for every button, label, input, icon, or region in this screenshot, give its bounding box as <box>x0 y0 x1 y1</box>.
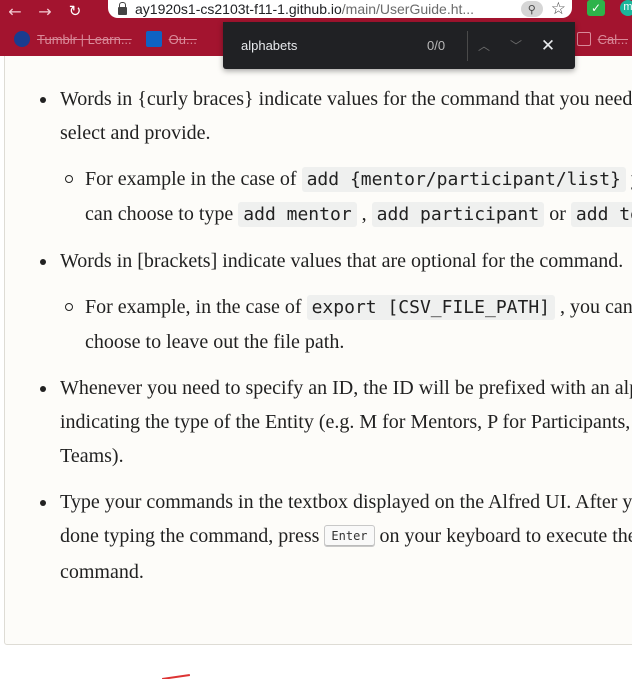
bookmark-star-icon[interactable]: ☆ <box>551 0 566 19</box>
next-heading-fragment <box>132 666 212 679</box>
list-item: Whenever you need to specify an ID, the … <box>36 371 632 473</box>
forward-icon[interactable]: → <box>30 2 60 21</box>
find-in-page-icon[interactable]: ⚲ <box>520 1 543 17</box>
find-bar: 0/0 ︿ ﹀ ✕ <box>223 22 575 69</box>
find-input[interactable] <box>239 37 413 54</box>
list-item: Words in {curly braces} indicate values … <box>36 82 632 232</box>
bookmark-item[interactable]: Cal... <box>576 32 628 47</box>
list-item: Type your commands in the textbox displa… <box>36 485 632 589</box>
list-subitem: For example, in the case of export [CSV_… <box>60 290 632 359</box>
list-subitem: For example in the case of add {mentor/p… <box>60 162 632 232</box>
list-item: Words in [brackets] indicate values that… <box>36 244 632 359</box>
enter-key: Enter <box>324 525 375 547</box>
lock-icon <box>118 2 127 15</box>
reload-icon[interactable]: ↻ <box>60 2 90 20</box>
extension-check-icon[interactable]: ✓ <box>587 0 605 16</box>
url-host: ay1920s1-cs2103t-f11-1.github.io <box>135 1 342 17</box>
browser-toolbar: ← → ↻ ay1920s1-cs2103t-f11-1.github.io /… <box>0 0 632 22</box>
back-icon[interactable]: ← <box>0 2 30 21</box>
close-icon[interactable]: ✕ <box>532 36 564 56</box>
bookmark-item[interactable]: Tumblr | Learn... <box>14 31 132 47</box>
address-bar[interactable]: ay1920s1-cs2103t-f11-1.github.io /main/U… <box>108 0 572 19</box>
find-previous-icon[interactable]: ︿ <box>468 37 500 54</box>
user-guide-list: Words in {curly braces} indicate values … <box>36 82 632 601</box>
profile-avatar[interactable]: m <box>620 0 632 16</box>
page-content: Words in {curly braces} indicate values … <box>0 56 632 679</box>
find-next-icon[interactable]: ﹀ <box>500 37 532 54</box>
code-snippet: add participant <box>371 202 545 227</box>
bookmark-item[interactable]: Ou... <box>145 31 197 47</box>
outlook-icon <box>145 31 162 47</box>
blue-circle-icon <box>14 31 30 47</box>
code-snippet: add team <box>570 202 632 227</box>
calendar-icon <box>576 32 591 46</box>
code-snippet: add mentor <box>238 202 357 227</box>
url-path: /main/UserGuide.ht... <box>341 1 475 17</box>
find-match-count: 0/0 <box>427 38 446 53</box>
code-snippet: add {mentor/participant/list} <box>301 167 626 192</box>
code-snippet: export [CSV_FILE_PATH] <box>306 295 556 320</box>
